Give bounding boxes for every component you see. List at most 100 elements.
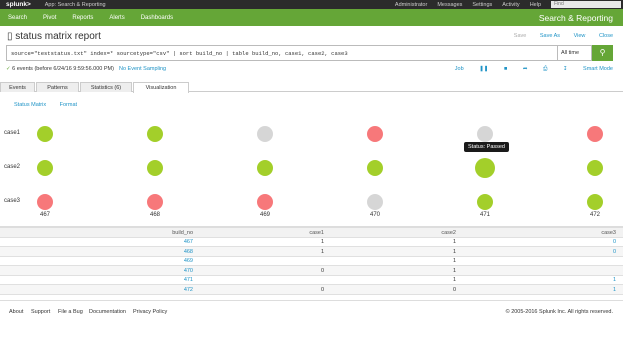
- search-input[interactable]: source="teststatus.txt" index=* sourcety…: [6, 45, 558, 61]
- tab-statistics[interactable]: Statistics (6): [80, 82, 132, 92]
- format-dropdown[interactable]: Format: [60, 102, 77, 108]
- table-row[interactable]: 468 1 1 0: [0, 247, 623, 257]
- table-cell-build: 472: [183, 286, 193, 293]
- table-cell-build: 467: [183, 239, 193, 245]
- header-build-no[interactable]: build_no: [140, 230, 193, 236]
- status-dot-none[interactable]: [477, 126, 493, 142]
- share-icon[interactable]: ➦: [523, 66, 528, 72]
- viz-type-dropdown[interactable]: Status Matrix: [14, 102, 46, 108]
- time-range-picker[interactable]: All time: [558, 45, 592, 61]
- table-cell-case3: 0: [612, 248, 616, 255]
- app-nav-bar: Search Pivot Reports Alerts Dashboards Searc…: [0, 9, 623, 26]
- nav-reports[interactable]: Reports: [64, 15, 101, 21]
- table-cell-case1: 1: [320, 239, 324, 245]
- save-button[interactable]: Save: [514, 33, 527, 39]
- pause-icon[interactable]: ❚❚: [479, 66, 488, 72]
- footer-documentation-link[interactable]: Documentation: [89, 309, 126, 315]
- tab-events[interactable]: Events: [0, 82, 35, 92]
- table-row[interactable]: 470 0 1: [0, 266, 623, 276]
- matrix-row-label: case3: [4, 198, 21, 204]
- results-tabs: Events Patterns Statistics (6) Visualiza…: [0, 82, 623, 93]
- table-cell-case2: 1: [452, 277, 456, 283]
- table-cell-build: 469: [183, 258, 193, 264]
- job-status-row: ✓ 6 events (before 6/24/16 9:59:56.000 P…: [6, 66, 613, 76]
- menu-settings[interactable]: Settings: [472, 2, 492, 8]
- header-case1[interactable]: case1: [268, 230, 324, 236]
- view-button[interactable]: View: [574, 33, 586, 39]
- tab-visualization[interactable]: Visualization: [133, 82, 189, 93]
- table-row[interactable]: 472 0 0 1: [0, 285, 623, 295]
- status-dot-pass[interactable]: [257, 160, 273, 176]
- table-cell-case2: 1: [452, 248, 456, 255]
- table-cell-case2: 0: [452, 286, 456, 293]
- table-cell-case1: 0: [320, 267, 324, 274]
- job-menu[interactable]: Job: [455, 66, 464, 72]
- status-dot-pass[interactable]: [367, 160, 383, 176]
- save-as-button[interactable]: Save As: [540, 33, 560, 39]
- status-dot-pass[interactable]: [587, 160, 603, 176]
- table-row[interactable]: 467 1 1 0: [0, 238, 623, 247]
- matrix-column-label: 472: [589, 212, 600, 218]
- table-cell-case3: 1: [612, 286, 616, 293]
- status-dot-none[interactable]: [257, 126, 273, 142]
- status-dot-none[interactable]: [367, 194, 383, 210]
- status-dot-pass[interactable]: [477, 194, 493, 210]
- table-cell-case1: 1: [320, 248, 324, 255]
- footer-support-link[interactable]: Support: [31, 309, 50, 315]
- status-dot-pass[interactable]: [147, 160, 163, 176]
- viz-controls: Status Matrix Format: [14, 102, 89, 108]
- matrix-column-label: 469: [259, 212, 270, 218]
- status-dot-pass[interactable]: [37, 160, 53, 176]
- smart-mode-dropdown[interactable]: Smart Mode: [583, 66, 613, 72]
- footer-file-bug-link[interactable]: File a Bug: [58, 309, 83, 315]
- search-button[interactable]: ⚲: [592, 45, 613, 61]
- search-icon: ⚲: [599, 48, 606, 57]
- status-dot-pass[interactable]: [37, 126, 53, 142]
- footer-about-link[interactable]: About: [9, 309, 23, 315]
- nav-alerts[interactable]: Alerts: [101, 15, 132, 21]
- header-case3[interactable]: case3: [560, 230, 616, 236]
- table-cell-case2: 1: [452, 239, 456, 245]
- nav-pivot[interactable]: Pivot: [35, 15, 64, 21]
- app-title: Search & Reporting: [538, 13, 613, 23]
- status-dot-pass[interactable]: [587, 194, 603, 210]
- export-icon[interactable]: ↧: [563, 66, 568, 72]
- table-cell-case2: 1: [452, 267, 456, 274]
- status-dot-pass[interactable]: [147, 126, 163, 142]
- table-header: build_no case1 case2 case3: [0, 228, 623, 238]
- nav-search[interactable]: Search: [0, 15, 35, 21]
- check-icon: ✓: [6, 66, 11, 72]
- menu-administrator[interactable]: Administrator: [395, 2, 427, 8]
- splunk-logo[interactable]: splunk>: [6, 1, 31, 8]
- results-table: build_no case1 case2 case3 467 1 1 0 468 1 1 0 4…: [0, 228, 623, 295]
- table-cell-build: 468: [183, 248, 193, 255]
- status-dot-fail[interactable]: [367, 126, 383, 142]
- find-input[interactable]: Find: [551, 1, 621, 8]
- tab-patterns[interactable]: Patterns: [36, 82, 79, 92]
- menu-activity[interactable]: Activity: [502, 2, 519, 8]
- status-dot-fail[interactable]: [257, 194, 273, 210]
- copyright: © 2005-2016 Splunk Inc. All rights reser…: [505, 309, 613, 315]
- matrix-column-label: 470: [369, 212, 380, 218]
- event-sampling-dropdown[interactable]: No Event Sampling: [119, 66, 166, 72]
- status-dot-fail[interactable]: [587, 126, 603, 142]
- table-cell-case3: 0: [612, 239, 616, 245]
- menu-help[interactable]: Help: [530, 2, 541, 8]
- status-dot-fail[interactable]: [147, 194, 163, 210]
- header-case2[interactable]: case2: [400, 230, 456, 236]
- menu-messages[interactable]: Messages: [437, 2, 462, 8]
- report-title-text: status matrix report: [15, 31, 101, 42]
- status-dot-fail[interactable]: [37, 194, 53, 210]
- table-cell-case3: 1: [612, 277, 616, 283]
- event-count: ✓ 6 events (before 6/24/16 9:59:56.000 P…: [6, 66, 114, 72]
- print-icon[interactable]: ⎙: [543, 66, 547, 72]
- report-header: ▯ status matrix report Save Save As View…: [0, 26, 623, 46]
- app-menu[interactable]: App: Search & Reporting: [45, 2, 106, 8]
- stop-icon[interactable]: ■: [504, 66, 507, 72]
- nav-dashboards[interactable]: Dashboards: [133, 15, 181, 21]
- table-row[interactable]: 469 1: [0, 257, 623, 266]
- table-row[interactable]: 471 1 1: [0, 276, 623, 285]
- close-button[interactable]: Close: [599, 33, 613, 39]
- status-dot-pass[interactable]: [475, 158, 495, 178]
- footer-privacy-link[interactable]: Privacy Policy: [133, 309, 167, 315]
